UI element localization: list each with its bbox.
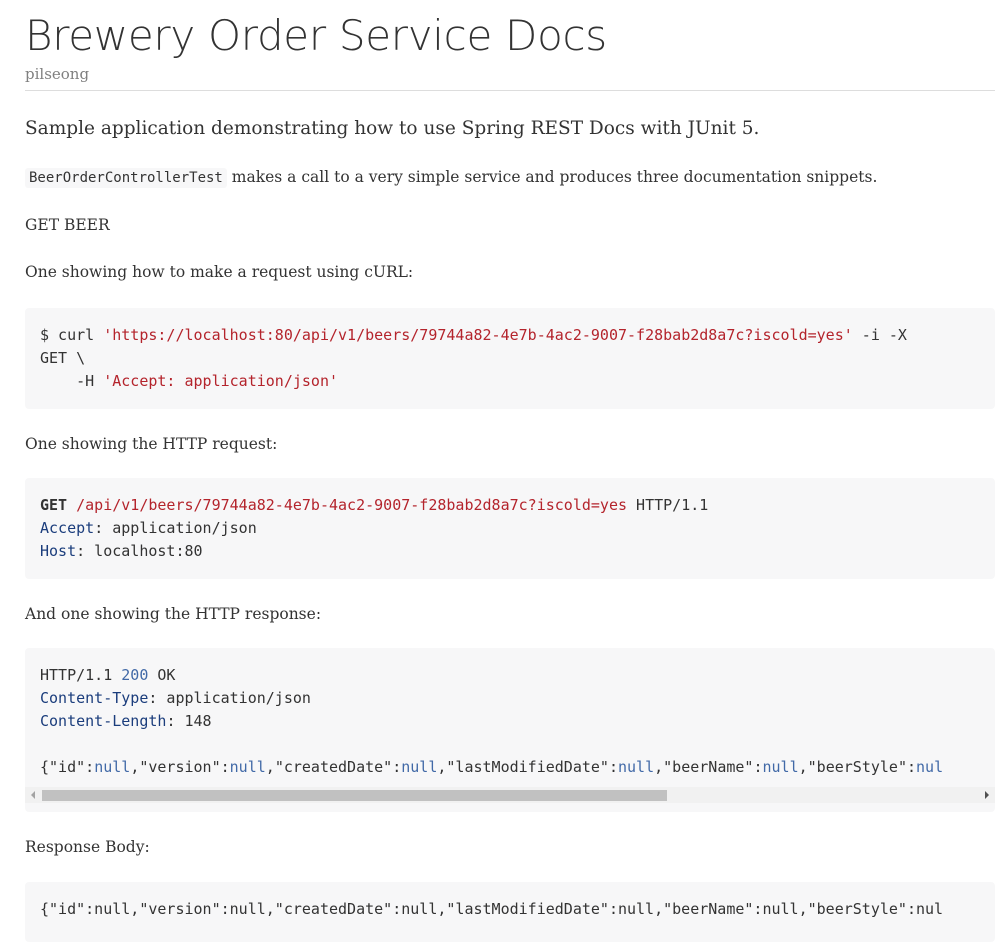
json-key: "beerName"	[663, 758, 754, 776]
request-method: GET	[40, 496, 68, 514]
intro-paragraph: BeerOrderControllerTest makes a call to …	[25, 165, 995, 190]
author-name: pilseong	[25, 65, 90, 83]
response-json-body: {"id":null,"version":null,"createdDate":…	[40, 758, 944, 776]
json-key: "beerStyle"	[807, 758, 907, 776]
http-request-label: One showing the HTTP request:	[25, 435, 278, 453]
http-response-label: And one showing the HTTP response:	[25, 605, 322, 623]
json-value: nul	[916, 758, 944, 776]
curl-code-block: $ curl 'https://localhost:80/api/v1/beer…	[25, 308, 995, 409]
json-key: "version"	[139, 758, 221, 776]
http-request-code-block: GET /api/v1/beers/79744a82-4e7b-4ac2-900…	[25, 478, 995, 579]
http-response-code-block: HTTP/1.1 200 OK Content-Type: applicatio…	[25, 648, 995, 812]
response-status-text: OK	[148, 666, 176, 684]
json-value: null	[94, 758, 131, 776]
header-name-content-type: Content-Type	[40, 689, 149, 707]
curl-header-flag: -H	[40, 372, 104, 390]
header-name-host: Host	[40, 542, 77, 560]
page-title: Brewery Order Service Docs	[25, 11, 607, 60]
response-body-code-block: {"id":null,"version":null,"createdDate":…	[25, 882, 995, 942]
header-divider	[25, 90, 995, 91]
curl-url: 'https://localhost:80/api/v1/beers/79744…	[103, 326, 853, 344]
json-key: "id"	[49, 758, 86, 776]
header-value-accept: : application/json	[94, 519, 257, 537]
header-name-accept: Accept	[40, 519, 95, 537]
http-request-snippet: GET /api/v1/beers/79744a82-4e7b-4ac2-900…	[25, 478, 995, 579]
header-value-content-length: 148	[184, 712, 212, 730]
curl-flags: -i -X	[852, 326, 907, 344]
response-status-code: 200	[121, 666, 149, 684]
response-body-snippet: {"id":null,"version":null,"createdDate":…	[40, 900, 944, 918]
curl-header-value: 'Accept: application/json'	[103, 372, 339, 390]
json-brace: {	[40, 758, 50, 776]
response-protocol: HTTP/1.1	[40, 666, 122, 684]
intro-text: makes a call to a very simple service an…	[226, 168, 878, 186]
json-key: "createdDate"	[274, 758, 393, 776]
header-name-content-length: Content-Length	[40, 712, 167, 730]
scroll-right-arrow-icon[interactable]	[985, 791, 989, 799]
json-value: null	[618, 758, 655, 776]
lead-paragraph: Sample application demonstrating how to …	[25, 118, 760, 139]
json-value: null	[229, 758, 266, 776]
json-value: null	[401, 758, 438, 776]
curl-method: GET \	[40, 349, 86, 367]
curl-snippet: $ curl 'https://localhost:80/api/v1/beer…	[25, 308, 995, 409]
curl-label: One showing how to make a request using …	[25, 263, 414, 281]
document: Brewery Order Service Docs pilseong Samp…	[0, 0, 995, 942]
header-separator: :	[166, 712, 185, 730]
inline-code-class-name: BeerOrderControllerTest	[25, 168, 227, 188]
scroll-left-arrow-icon[interactable]	[31, 791, 35, 799]
horizontal-scrollbar[interactable]	[25, 787, 995, 803]
curl-command: $ curl	[40, 326, 104, 344]
request-protocol: HTTP/1.1	[627, 496, 709, 514]
header-value-host: : localhost:80	[76, 542, 203, 560]
scrollbar-thumb[interactable]	[42, 790, 667, 801]
header-value-content-type: : application/json	[148, 689, 311, 707]
response-body-label: Response Body:	[25, 838, 150, 856]
request-path: /api/v1/beers/79744a82-4e7b-4ac2-9007-f2…	[76, 496, 628, 514]
http-response-snippet: HTTP/1.1 200 OK Content-Type: applicatio…	[25, 648, 995, 787]
json-key: "lastModifiedDate"	[446, 758, 609, 776]
section-label: GET BEER	[25, 216, 110, 234]
json-value: null	[762, 758, 799, 776]
